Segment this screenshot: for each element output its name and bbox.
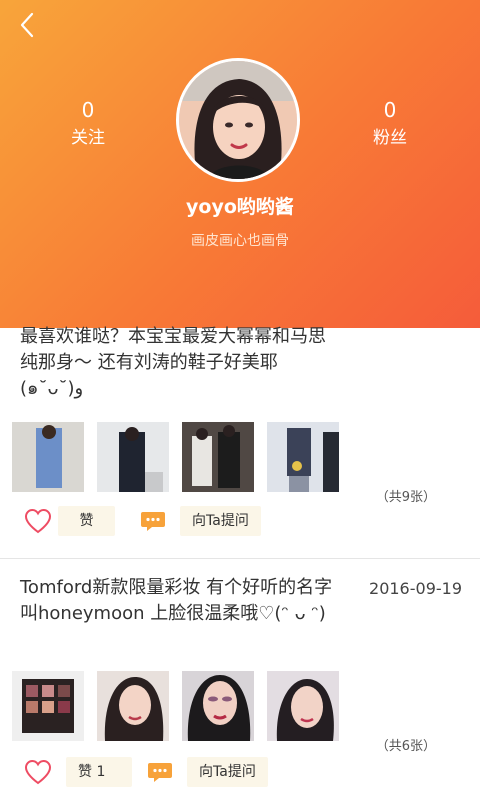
chat-bubble-icon[interactable] [147, 761, 173, 783]
post-text: 最喜欢谁哒？本宝宝最爱大幂幂和马思纯那身～ 还有刘涛的鞋子好美耶(๑˘ᴗ˘)و [20, 326, 326, 399]
following-label: 关注 [71, 128, 105, 148]
profile-header: 0 关注 0 粉丝 yoyo哟哟酱 画皮画心也画骨 [0, 0, 480, 328]
post-thumbnail[interactable] [267, 671, 339, 741]
post-thumbnail[interactable] [97, 422, 169, 492]
post-text: Tomford新款限量彩妆 有个好听的名字叫honeymoon 上脸很温柔哦♡(… [20, 577, 333, 624]
avatar[interactable] [176, 58, 300, 182]
post-image-grid [12, 671, 339, 741]
chat-bubble-icon[interactable] [140, 510, 166, 532]
post-thumbnail[interactable] [97, 671, 169, 741]
image-count: （共9张） [375, 490, 436, 505]
post-thumbnail[interactable] [182, 671, 254, 741]
followers-label: 粉丝 [373, 128, 407, 148]
user-signature: 画皮画心也画骨 [191, 233, 289, 249]
like-button[interactable]: 赞 1 [66, 757, 132, 787]
post-date: 2016-09-19 [369, 579, 462, 598]
ask-question-button[interactable]: 向Ta提问 [187, 757, 268, 787]
heart-icon[interactable] [24, 508, 52, 534]
username: yoyo哟哟酱 [186, 196, 294, 218]
post-image-grid [12, 422, 339, 492]
heart-icon[interactable] [24, 759, 52, 785]
image-count: （共6张） [375, 739, 436, 754]
avatar-photo [179, 61, 297, 179]
post-actions: 赞 向Ta提问 [24, 506, 261, 536]
followers-count: 0 [383, 98, 397, 122]
following-stat[interactable]: 0 关注 [28, 98, 148, 149]
post-card[interactable]: Tomford新款限量彩妆 有个好听的名字叫honeymoon 上脸很温柔哦♡(… [0, 559, 480, 800]
ask-question-button[interactable]: 向Ta提问 [180, 506, 261, 536]
post-card[interactable]: 最喜欢谁哒？本宝宝最爱大幂幂和马思纯那身～ 还有刘涛的鞋子好美耶(๑˘ᴗ˘)و … [0, 326, 480, 558]
followers-stat[interactable]: 0 粉丝 [330, 98, 450, 149]
post-thumbnail[interactable] [12, 671, 84, 741]
post-thumbnail[interactable] [182, 422, 254, 492]
post-actions: 赞 1 向Ta提问 [24, 757, 268, 787]
post-thumbnail[interactable] [12, 422, 84, 492]
like-button[interactable]: 赞 [58, 506, 115, 536]
following-count: 0 [81, 98, 95, 122]
back-chevron-icon[interactable] [14, 10, 42, 40]
post-thumbnail[interactable] [267, 422, 339, 492]
